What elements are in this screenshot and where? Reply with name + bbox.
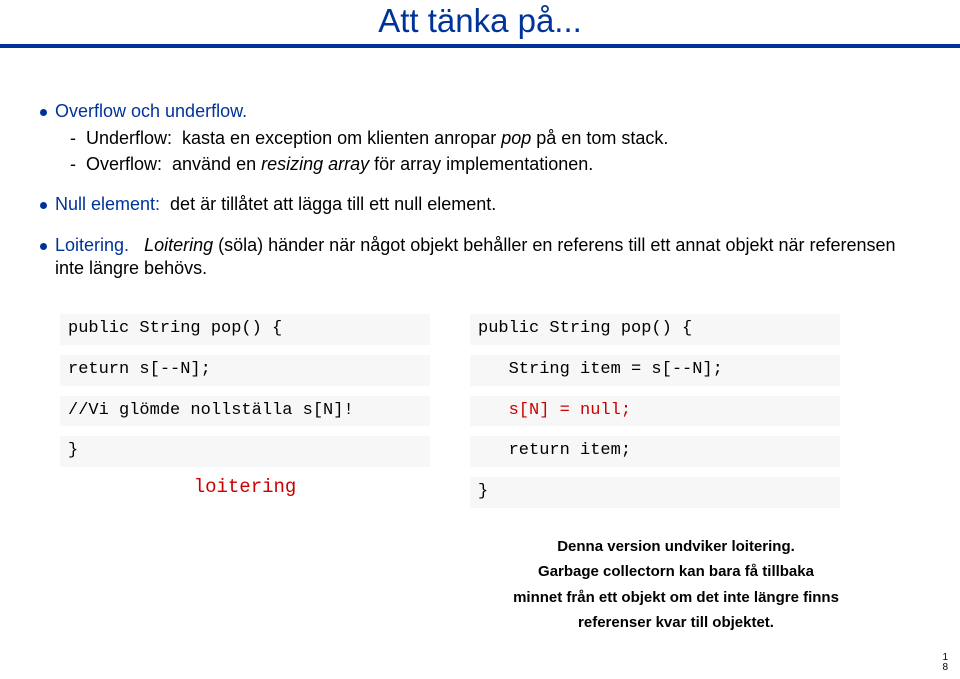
sub-underflow: - Underflow: kasta en exception om klien… xyxy=(70,127,920,150)
bullet-lead: Overflow och underflow. xyxy=(55,101,247,121)
italic-pop: pop xyxy=(501,128,531,148)
sub-text-post: för array implementationen. xyxy=(369,154,593,174)
sub-overflow: - Overflow: använd en resizing array för… xyxy=(70,153,920,176)
code-area: public String pop() { return s[--N]; //V… xyxy=(60,314,920,636)
bullet-lead: Null element: xyxy=(55,194,160,214)
bullet-dot xyxy=(40,202,47,209)
code-line: } xyxy=(470,477,840,508)
note-line: Denna version undviker loitering. xyxy=(512,534,840,560)
bullet-rest: det är tillåtet att lägga till ett null … xyxy=(160,194,496,214)
bullet-overflow-underflow: Overflow och underflow. xyxy=(40,100,920,123)
code-line: s[N] = null; xyxy=(470,396,840,427)
bullet-text: Overflow och underflow. xyxy=(55,100,247,123)
code-line: String item = s[--N]; xyxy=(470,355,840,386)
code-indent xyxy=(478,401,509,420)
note-line: referenser kvar till objektet. xyxy=(512,610,840,636)
bullet-loitering: Loitering. Loitering (söla) händer när n… xyxy=(40,234,920,280)
code-line: } xyxy=(60,436,430,467)
page-num-bottom: 8 xyxy=(942,663,948,673)
code-null-assignment: s[N] = null; xyxy=(509,401,631,420)
page-number: 1 8 xyxy=(942,653,948,673)
code-left-column: public String pop() { return s[--N]; //V… xyxy=(60,314,430,499)
code-line: public String pop() { xyxy=(60,314,430,345)
bullet-text: Null element: det är tillåtet att lägga … xyxy=(55,193,496,216)
bullet-text: Loitering. Loitering (söla) händer när n… xyxy=(55,234,920,280)
bullet-lead: Loitering. xyxy=(55,235,129,255)
slide: Att tänka på... Overflow och underflow. … xyxy=(0,0,960,679)
slide-title: Att tänka på... xyxy=(0,0,960,40)
italic-loitering: Loitering xyxy=(144,235,213,255)
sub-text: - Underflow: kasta en exception om klien… xyxy=(70,128,501,148)
bullet-null-element: Null element: det är tillåtet att lägga … xyxy=(40,193,920,216)
code-line: public String pop() { xyxy=(470,314,840,345)
sub-text-post: på en tom stack. xyxy=(531,128,668,148)
code-line: return item; xyxy=(470,436,840,467)
loitering-label: loitering xyxy=(60,475,430,499)
note-line: minnet från ett objekt om det inte längr… xyxy=(512,585,840,611)
bullet-dot xyxy=(40,109,47,116)
title-rule xyxy=(0,44,960,48)
loitering-note: Denna version undviker loitering. Garbag… xyxy=(512,534,840,636)
italic-resizing: resizing array xyxy=(261,154,369,174)
code-right-column: public String pop() { String item = s[--… xyxy=(470,314,840,636)
note-line: Garbage collectorn kan bara få tillbaka xyxy=(512,559,840,585)
title-bar: Att tänka på... xyxy=(0,0,960,88)
code-line: //Vi glömde nollställa s[N]! xyxy=(60,396,430,427)
code-line: return s[--N]; xyxy=(60,355,430,386)
sub-text: - Overflow: använd en xyxy=(70,154,261,174)
bullet-dot xyxy=(40,243,47,250)
content-area: Overflow och underflow. - Underflow: kas… xyxy=(0,88,960,636)
